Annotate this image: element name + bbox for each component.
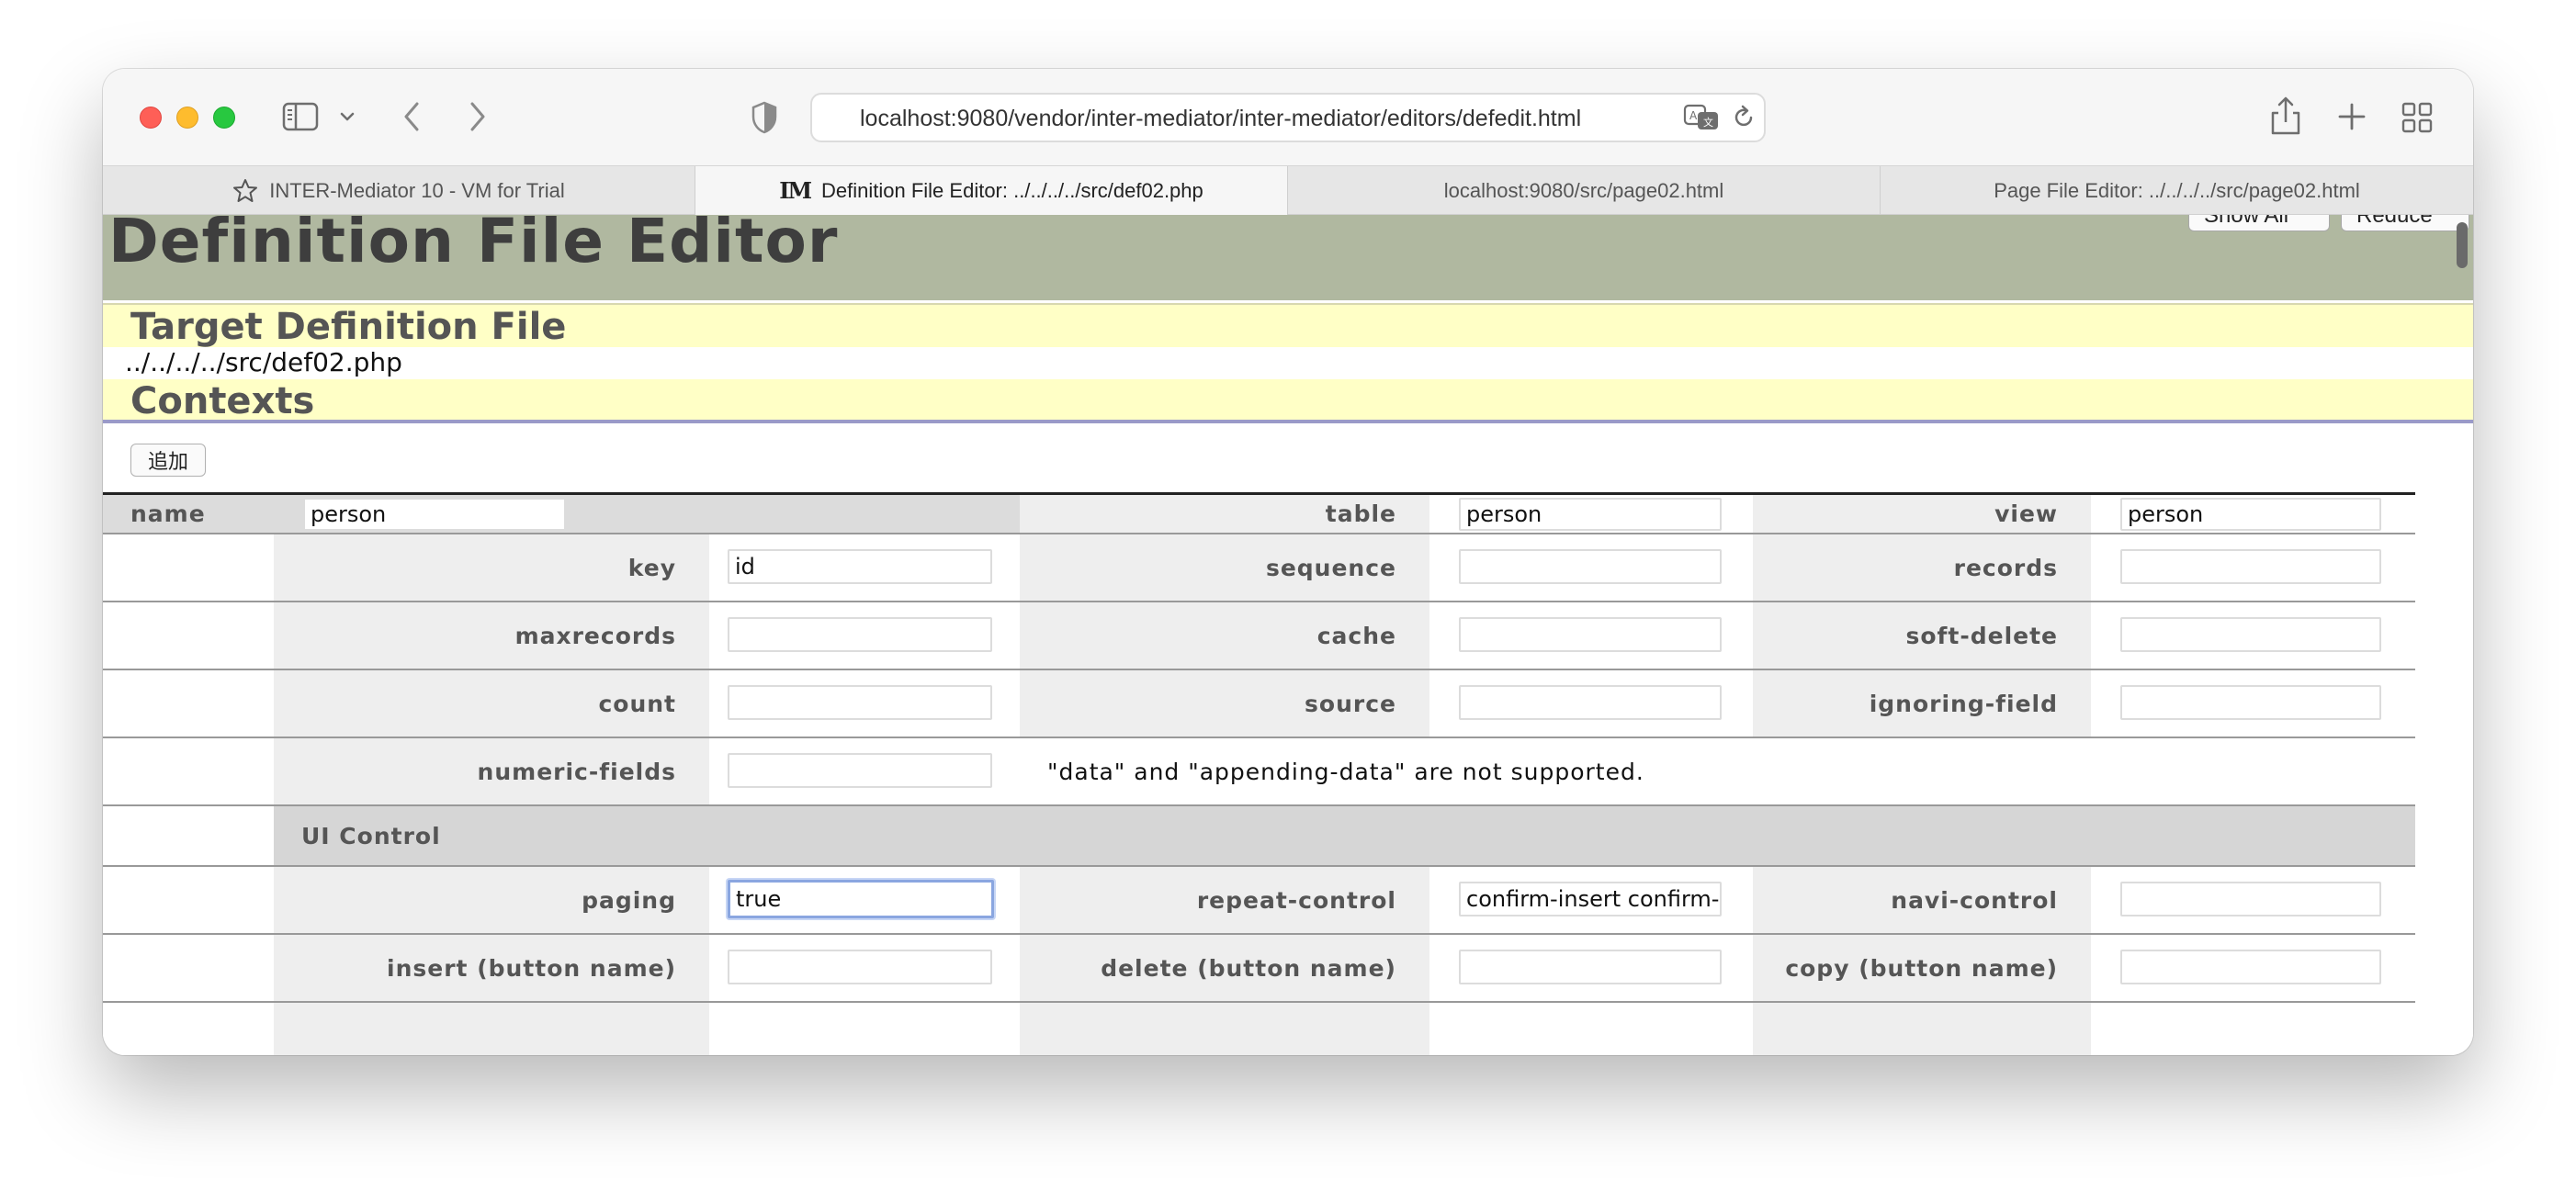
view-label: view [1753,495,2091,533]
ui-control-title: UI Control [274,806,2415,865]
show-all-button[interactable]: Show All [2188,215,2330,231]
delete-button-label: delete (button name) [1020,935,1429,1001]
svg-text:文: 文 [1703,116,1713,129]
maxrecords-input[interactable] [728,617,992,652]
browser-toolbar: localhost:9080/vendor/inter-mediator/int… [103,69,2473,165]
reduce-button[interactable]: Reduce [2341,215,2469,231]
repeat-control-label: repeat-control [1020,867,1429,933]
new-tab-icon[interactable] [2337,102,2367,131]
table-row: count source ignoring-field [103,670,2415,738]
copy-button-input[interactable] [2120,950,2381,984]
table-row: paging true repeat-control confirm-inser… [103,867,2415,935]
add-context-button[interactable]: 追加 [130,444,207,477]
table-row: numeric-fields "data" and "appending-dat… [103,738,2415,806]
paging-input[interactable]: true [728,880,994,918]
view-input[interactable]: person [2120,498,2381,531]
target-file-path: ../../../../src/def02.php [125,347,402,377]
cache-input[interactable] [1459,617,1722,652]
url-text: localhost:9080/vendor/inter-mediator/int… [860,106,1582,131]
tab-label: Definition File Editor: ../../../../src/… [821,178,1203,202]
reload-icon[interactable] [1731,104,1757,131]
records-input[interactable] [2120,549,2381,584]
add-row: 追加 [130,444,207,477]
name-label: name [130,500,206,527]
contexts-section-title: Contexts [130,380,315,422]
ignoring-field-input[interactable] [2120,685,2381,720]
star-icon [232,178,258,204]
shield-icon[interactable] [750,100,779,135]
ui-control-row: UI Control [103,806,2415,867]
close-window-button[interactable] [140,107,162,129]
table-row: maxrecords cache soft-delete [103,602,2415,670]
browser-window: localhost:9080/vendor/inter-mediator/int… [103,69,2473,1055]
sequence-input[interactable] [1459,549,1722,584]
soft-delete-input[interactable] [2120,617,2381,652]
tab-overview-icon[interactable] [2401,102,2433,133]
navi-control-label: navi-control [1753,867,2091,933]
numeric-fields-input[interactable] [728,753,992,788]
contexts-section: Contexts [103,379,2473,423]
maximize-window-button[interactable] [213,107,235,129]
target-section: Target Definition File [103,303,2473,348]
unsupported-note: "data" and "appending-data" are not supp… [1047,758,1644,785]
repeat-control-input[interactable]: confirm-insert confirm-delete [1459,882,1722,916]
numeric-fields-label: numeric-fields [274,738,709,804]
cache-label: cache [1020,602,1429,669]
tab-bar: INTER-Mediator 10 - VM for Trial IM Defi… [103,165,2473,215]
navi-control-input[interactable] [2120,882,2381,916]
page-title: Definition File Editor [108,215,839,276]
tab-inter-mediator[interactable]: INTER-Mediator 10 - VM for Trial [103,166,695,215]
insert-button-input[interactable] [728,950,992,984]
insert-button-label: insert (button name) [274,935,709,1001]
records-label: records [1753,534,2091,601]
svg-text:A: A [1689,109,1698,122]
source-input[interactable] [1459,685,1722,720]
tab-definition-file-editor[interactable]: IM Definition File Editor: ../../../../s… [695,166,1288,215]
table-input[interactable]: person [1459,498,1722,531]
paging-label: paging [274,867,709,933]
scrollbar-thumb[interactable] [2457,222,2468,268]
page-content: Definition File Editor Show All Reduce T… [103,215,2473,1055]
forward-arrow-icon[interactable] [465,100,491,133]
sequence-label: sequence [1020,534,1429,601]
source-label: source [1020,670,1429,737]
target-section-title: Target Definition File [130,306,567,348]
name-input[interactable]: person [303,498,566,531]
back-arrow-icon[interactable] [399,100,424,133]
tab-page-file-editor[interactable]: Page File Editor: ../../../../src/page02… [1881,166,2473,215]
table-row: insert (button name) delete (button name… [103,935,2415,1003]
table-row: name person table person view person [103,495,2415,534]
address-bar[interactable]: localhost:9080/vendor/inter-mediator/int… [810,93,1766,142]
share-icon[interactable] [2269,95,2302,137]
minimize-window-button[interactable] [176,107,198,129]
chevron-down-icon[interactable] [338,107,356,126]
maxrecords-label: maxrecords [274,602,709,669]
table-row [103,1003,2415,1055]
table-label: table [1020,495,1429,533]
tab-label: INTER-Mediator 10 - VM for Trial [269,178,565,202]
count-label: count [274,670,709,737]
ignoring-field-label: ignoring-field [1753,670,2091,737]
copy-button-label: copy (button name) [1753,935,2091,1001]
delete-button-input[interactable] [1459,950,1722,984]
table-row: key id sequence records [103,534,2415,602]
translate-icon[interactable]: A 文 [1683,104,1720,131]
tab-label: localhost:9080/src/page02.html [1443,178,1724,202]
sidebar-icon[interactable] [282,102,319,131]
soft-delete-label: soft-delete [1753,602,2091,669]
tab-label: Page File Editor: ../../../../src/page02… [1994,178,2360,202]
im-logo-icon: IM [779,177,812,204]
key-input[interactable]: id [728,549,992,584]
count-input[interactable] [728,685,992,720]
page-header: Definition File Editor Show All Reduce [103,215,2473,300]
tab-page02[interactable]: localhost:9080/src/page02.html [1288,166,1881,215]
key-label: key [274,534,709,601]
